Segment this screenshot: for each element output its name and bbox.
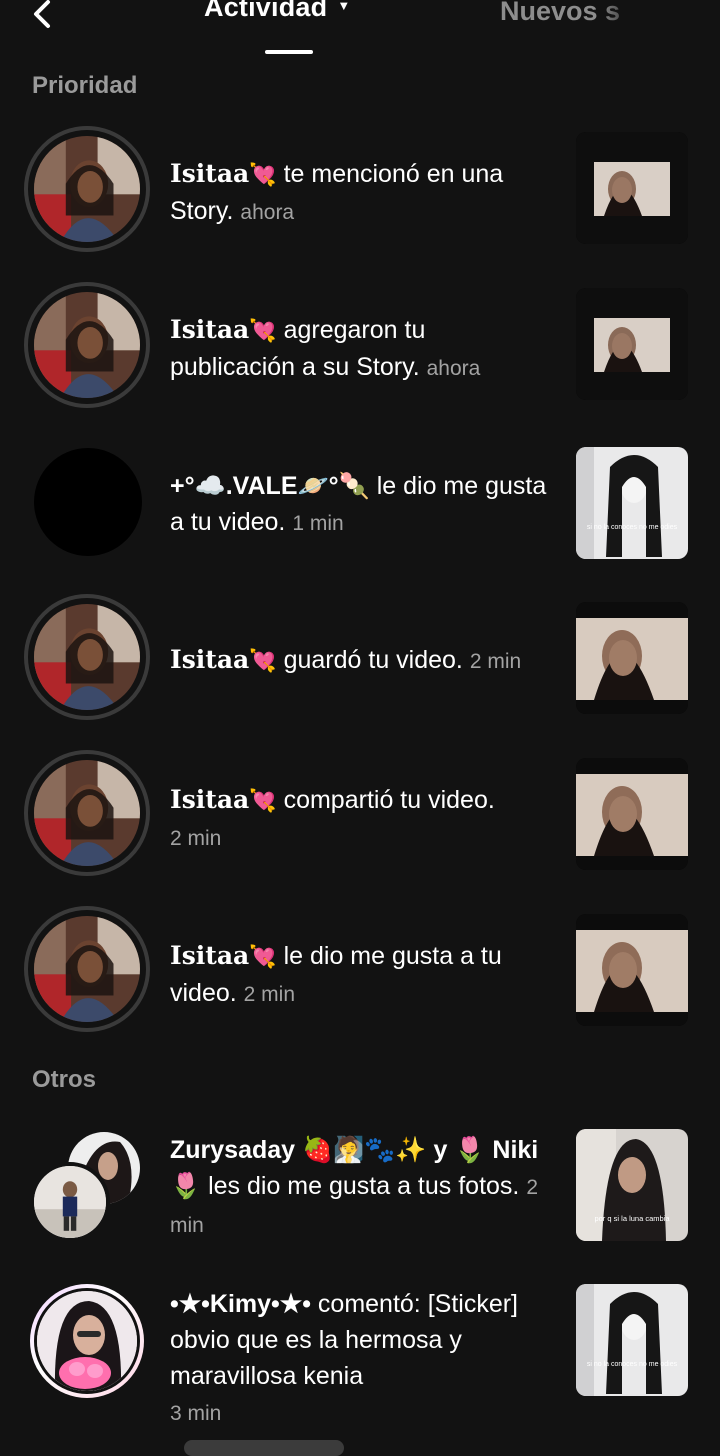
notification-row[interactable]: Isitaa💘 agregaron tu publicación a su St… [0,282,720,412]
tab-nuevos-seguidores[interactable]: Nuevos s [500,0,642,27]
avatar [30,1162,110,1242]
notification-time: 2 min [170,827,222,850]
heart-arrow-emoji: 💘 [249,318,277,343]
notification-row[interactable]: Isitaa💘 le dio me gusta a tu video. 2 mi… [0,906,720,1036]
thumb-caption: si no la conoces no me odies [587,1361,678,1368]
video-thumbnail[interactable]: si no la conoces no me odies [576,1284,688,1396]
notification-time: 2 min [243,983,296,1006]
notification-text: Isitaa💘 compartió tu video. 2 min [170,782,550,857]
notification-row[interactable]: Isitaa💘 te mencionó en una Story. ahora [0,126,720,256]
notification-text: +°☁️.VALE🪐°🍡 le dio me gusta a tu video.… [170,468,550,542]
notification-row[interactable]: •★•Kimy•★• comentó: [Sticker] obvio que … [0,1284,720,1425]
section-title-prioridad: Prioridad [32,72,138,99]
notification-action: guardó tu video. [283,646,463,674]
avatar[interactable] [24,126,150,252]
video-thumbnail[interactable] [576,758,688,870]
avatar[interactable] [24,594,150,720]
notification-time: 3 min [170,1402,222,1425]
heart-arrow-emoji: 💘 [249,944,277,969]
notification-text: Zurysaday 🍓🧖🐾✨ y 🌷 Niki🌷 les dio me gust… [170,1132,550,1244]
avatar[interactable] [24,750,150,876]
notification-row[interactable]: Zurysaday 🍓🧖🐾✨ y 🌷 Niki🌷 les dio me gust… [0,1128,720,1258]
username[interactable]: Isitaa [170,785,249,814]
heart-arrow-emoji: 💘 [249,788,277,813]
notification-row[interactable]: Isitaa💘 compartió tu video. 2 min [0,750,720,880]
photo-thumbnail[interactable]: por q si la luna cambia [576,1129,688,1241]
notification-text: •★•Kimy•★• comentó: [Sticker] obvio que … [170,1286,550,1432]
tab-actividad[interactable]: Actividad ▼ [204,0,350,23]
notification-text: Isitaa💘 guardó tu video. 2 min [170,642,550,680]
username[interactable]: •★•Kimy•★• [170,1290,311,1318]
back-button[interactable] [28,0,60,32]
notification-time: 1 min [292,512,344,535]
heart-arrow-emoji: 💘 [249,648,277,673]
username[interactable]: Isitaa [170,159,249,188]
story-thumbnail[interactable] [576,132,688,244]
video-thumbnail[interactable]: si no la conoces no me odies [576,447,688,559]
notification-text: Isitaa💘 te mencionó en una Story. ahora [170,156,550,231]
avatar[interactable] [24,906,150,1032]
caret-down-icon: ▼ [337,0,351,13]
video-thumbnail[interactable] [576,602,688,714]
heart-arrow-emoji: 💘 [249,162,277,187]
notification-time: ahora [240,201,295,224]
notification-action: compartió tu video. [283,786,495,814]
thumb-caption: por q si la luna cambia [594,1214,670,1223]
notification-text: Isitaa💘 le dio me gusta a tu video. 2 mi… [170,938,550,1013]
notification-time: ahora [426,357,481,380]
username[interactable]: Isitaa [170,645,249,674]
notification-action: les dio me gusta a tus fotos. [208,1172,520,1200]
notification-row[interactable]: Isitaa💘 guardó tu video. 2 min [0,594,720,724]
scroll-handle[interactable] [184,1440,344,1456]
tab-actividad-label: Actividad [204,0,328,22]
avatar[interactable] [34,448,142,556]
story-thumbnail[interactable] [576,288,688,400]
notification-time: 2 min [469,650,522,673]
username[interactable]: Isitaa [170,315,249,344]
notification-row[interactable]: +°☁️.VALE🪐°🍡 le dio me gusta a tu video.… [0,444,720,574]
video-thumbnail[interactable] [576,914,688,1026]
avatar[interactable] [24,282,150,408]
avatar[interactable] [30,1284,144,1398]
section-title-otros: Otros [32,1066,97,1093]
username[interactable]: +°☁️.VALE🪐°🍡 [170,472,370,500]
top-bar: Actividad ▼ Nuevos s [0,0,720,64]
thumb-caption: si no la conoces no me odies [587,524,678,531]
active-tab-indicator [265,50,313,54]
chevron-left-icon [34,0,50,28]
group-avatar[interactable] [30,1132,150,1242]
notification-text: Isitaa💘 agregaron tu publicación a su St… [170,312,550,387]
username[interactable]: Isitaa [170,941,249,970]
